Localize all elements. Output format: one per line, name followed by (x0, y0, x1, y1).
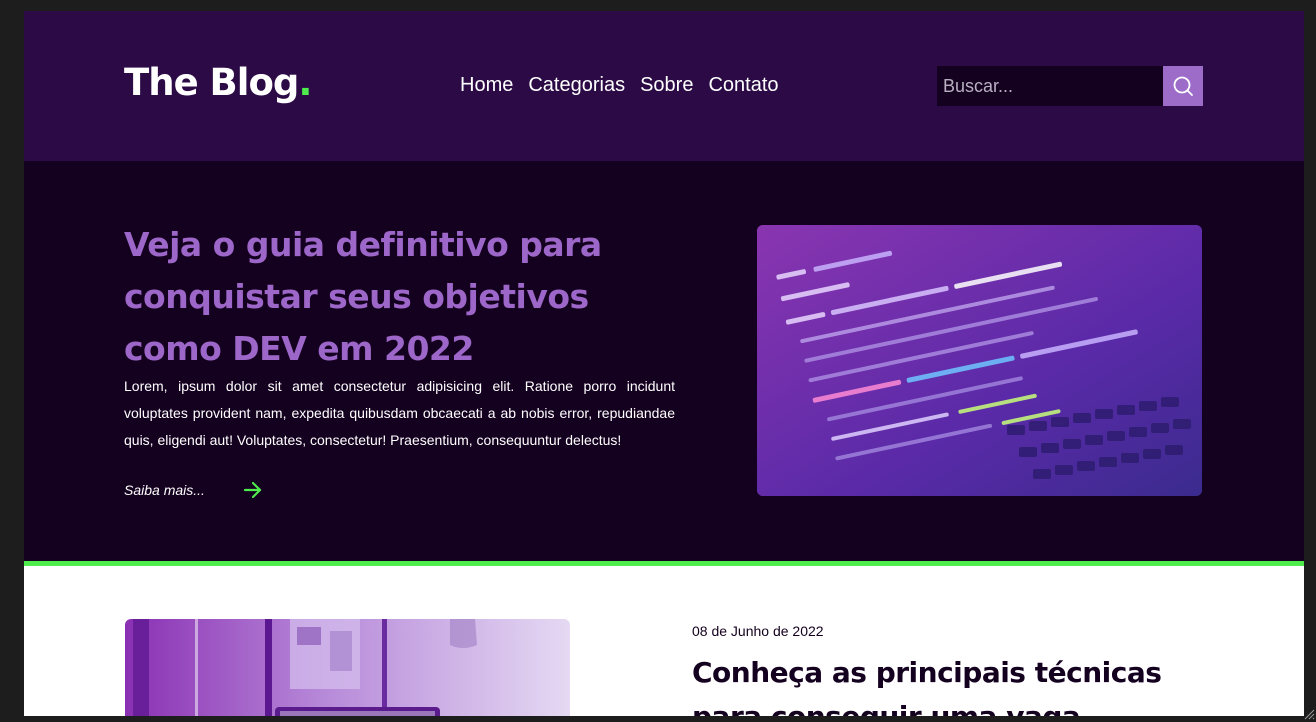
main-nav: Home Categorias Sobre Contato (460, 73, 779, 97)
logo-text: The Blog (124, 61, 299, 104)
post-date: 08 de Junho de 2022 (692, 623, 824, 639)
post-title[interactable]: Conheça as principais técnicas para cons… (692, 651, 1192, 716)
nav-link-sobre[interactable]: Sobre (640, 73, 693, 97)
hero-section: Veja o guia definitivo para conquistar s… (24, 161, 1304, 561)
desk-setup-image[interactable] (125, 619, 570, 716)
read-more-label: Saiba mais... (124, 482, 205, 498)
site-header: The Blog. Home Categorias Sobre Contato (24, 11, 1304, 161)
resize-handle-icon[interactable] (1303, 708, 1315, 720)
section-divider (24, 561, 1304, 566)
nav-link-categorias[interactable]: Categorias (528, 73, 625, 97)
read-more-link[interactable]: Saiba mais... (124, 481, 263, 499)
site-logo[interactable]: The Blog. (124, 61, 312, 105)
search-input[interactable] (937, 66, 1163, 106)
search-icon (1173, 76, 1193, 96)
search-form (937, 66, 1203, 106)
nav-link-contato[interactable]: Contato (708, 73, 778, 97)
search-button[interactable] (1163, 66, 1203, 106)
browser-viewport: The Blog. Home Categorias Sobre Contato … (24, 11, 1304, 716)
arrow-right-icon (243, 481, 263, 499)
hero-description: Lorem, ipsum dolor sit amet consectetur … (124, 378, 675, 448)
code-laptop-image[interactable] (757, 225, 1202, 496)
logo-dot: . (298, 61, 312, 104)
hero-title: Veja o guia definitivo para conquistar s… (124, 225, 602, 368)
nav-link-home[interactable]: Home (460, 73, 513, 97)
